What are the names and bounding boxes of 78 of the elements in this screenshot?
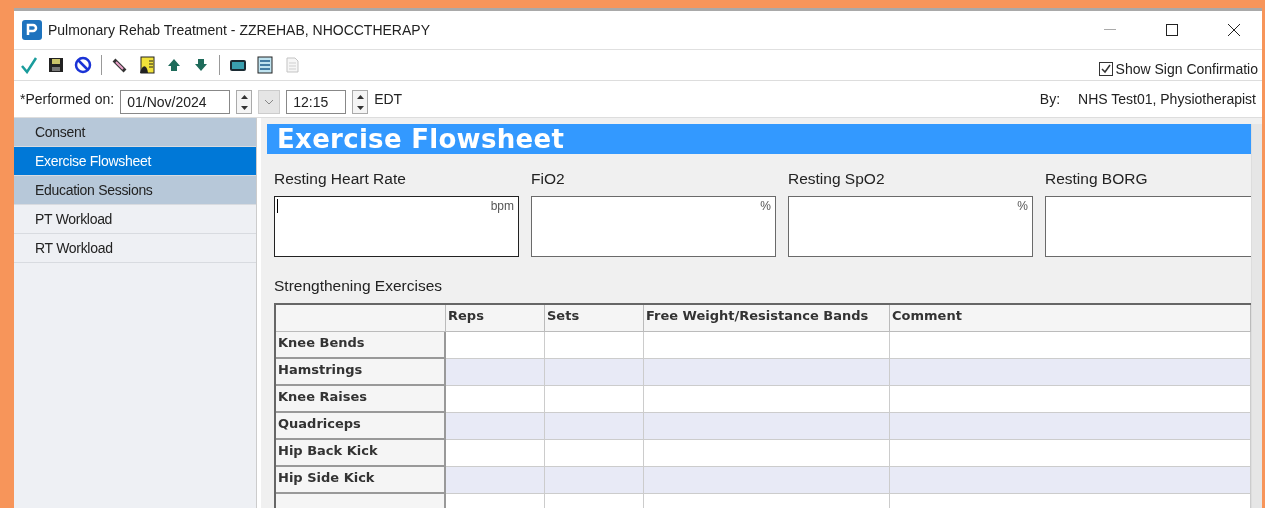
- table-cell[interactable]: [890, 386, 1251, 413]
- sidebar-item[interactable]: Consent: [14, 118, 256, 147]
- chevron-down-icon: [264, 99, 275, 105]
- maximize-icon: [1166, 24, 1178, 36]
- scrollbar[interactable]: [1251, 124, 1262, 508]
- table-cell[interactable]: [644, 359, 890, 386]
- table-cell[interactable]: [644, 467, 890, 494]
- table-cell[interactable]: [890, 413, 1251, 440]
- sidebar-item[interactable]: Exercise Flowsheet: [14, 147, 256, 176]
- cancel-icon: [74, 56, 92, 74]
- table-cell[interactable]: [446, 440, 545, 467]
- save-icon: [47, 56, 65, 74]
- toolbar-button[interactable]: [72, 54, 94, 76]
- section-title: Strengthening Exercises: [273, 276, 443, 295]
- row-header: Quadriceps: [276, 413, 446, 440]
- table-cell[interactable]: [446, 332, 545, 359]
- table-cell[interactable]: [446, 359, 545, 386]
- input-field[interactable]: %: [531, 196, 776, 257]
- row-header: Hamstrings: [276, 359, 446, 386]
- table-cell[interactable]: [545, 359, 644, 386]
- checkbox[interactable]: [1098, 62, 1113, 76]
- timezone-label: EDT: [374, 91, 403, 107]
- form-title: Exercise Flowsheet: [267, 124, 1251, 154]
- dropdown-button[interactable]: [258, 90, 281, 114]
- table-cell[interactable]: [545, 413, 644, 440]
- table-cell[interactable]: [644, 386, 890, 413]
- close-icon: [1228, 24, 1240, 36]
- table-cell[interactable]: [644, 440, 890, 467]
- date-field[interactable]: 01/Nov/2024: [120, 90, 231, 114]
- table-cell[interactable]: [644, 413, 890, 440]
- performed-on-label: *Performed on:: [20, 91, 115, 107]
- table-cell[interactable]: [890, 440, 1251, 467]
- checklist-icon: [256, 56, 274, 74]
- date-spinner[interactable]: [236, 90, 253, 114]
- time-spinner[interactable]: [352, 90, 369, 114]
- column-header: Comment: [890, 305, 1251, 332]
- checkmark-icon: [20, 56, 38, 74]
- table-cell[interactable]: [545, 440, 644, 467]
- table-cell[interactable]: [890, 467, 1251, 494]
- performer-name: NHS Test01, Physiotherapist: [1078, 91, 1256, 107]
- note-icon: [138, 56, 156, 74]
- input-field[interactable]: bpm: [274, 196, 519, 257]
- table-cell[interactable]: [545, 332, 644, 359]
- table-cell[interactable]: [446, 467, 545, 494]
- unit-label: bpm: [490, 199, 514, 213]
- field-label: Resting BORG: [1045, 170, 1149, 188]
- sidebar-item[interactable]: Education Sessions: [14, 176, 256, 205]
- pencil-icon: [111, 56, 129, 74]
- table-cell[interactable]: [446, 413, 545, 440]
- app-logo-icon: [22, 20, 42, 40]
- document-icon: [283, 56, 301, 74]
- input-field[interactable]: %: [788, 196, 1033, 257]
- table-cell[interactable]: [545, 386, 644, 413]
- minimize-icon: [1104, 29, 1116, 31]
- time-field[interactable]: 12:15: [286, 90, 347, 114]
- table-cell[interactable]: [890, 332, 1251, 359]
- field-label: Resting Heart Rate: [274, 170, 407, 188]
- field-label: FiO2: [531, 170, 566, 188]
- table-cell[interactable]: [446, 386, 545, 413]
- unit-label: %: [760, 199, 771, 213]
- table-cell[interactable]: [545, 467, 644, 494]
- column-header: Free Weight/Resistance Bands: [644, 305, 890, 332]
- input-field[interactable]: [1045, 196, 1251, 257]
- row-header: Knee Raises: [276, 386, 446, 413]
- row-header: Knee Bends: [276, 332, 446, 359]
- field-label: Resting SpO2: [788, 170, 886, 188]
- row-header: Hip Side Kick: [276, 467, 446, 494]
- checkbox-label: Show Sign Confirmatio: [1115, 61, 1258, 77]
- by-label: By:: [1039, 91, 1061, 107]
- text-cursor: [277, 199, 278, 213]
- column-header: Sets: [545, 305, 644, 332]
- row-header: Hip Back Kick: [276, 440, 446, 467]
- unit-label: %: [1017, 199, 1028, 213]
- checkmark-icon: [1099, 63, 1112, 75]
- table-cell[interactable]: [644, 332, 890, 359]
- table-cell[interactable]: [890, 359, 1251, 386]
- window-title: Pulmonary Rehab Treatment - ZZREHAB, NHOCCTHERAPY: [48, 22, 431, 38]
- column-header: Reps: [446, 305, 545, 332]
